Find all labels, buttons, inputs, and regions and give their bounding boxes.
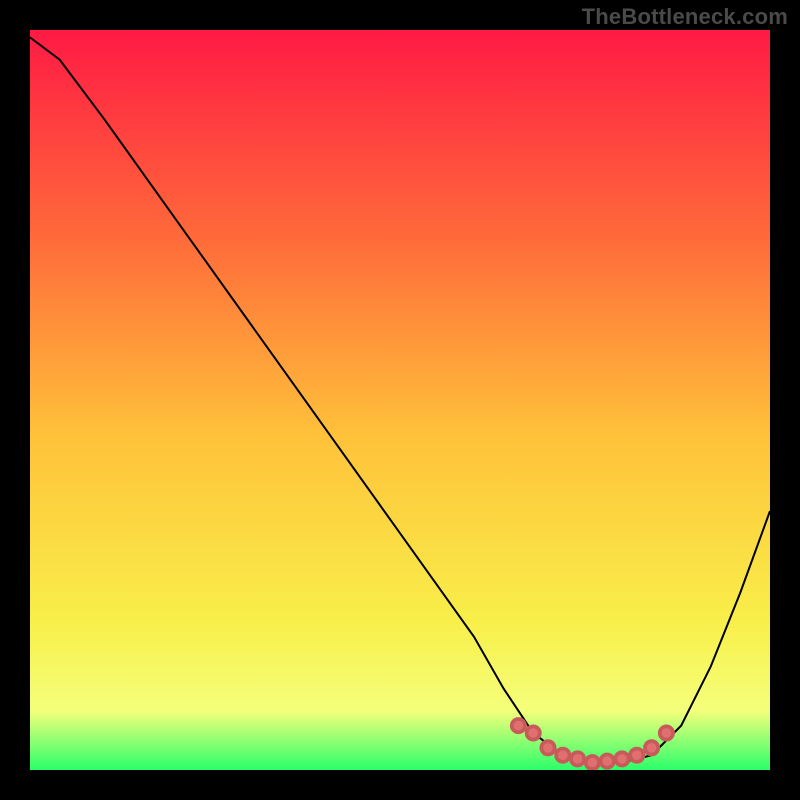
chart-plot — [30, 30, 770, 770]
minimum-dot — [512, 719, 525, 732]
minimum-dot — [586, 756, 599, 769]
minimum-dot — [660, 726, 673, 739]
minimum-dot — [615, 752, 628, 765]
minimum-dot — [527, 726, 540, 739]
gradient-background — [30, 30, 770, 770]
minimum-dot — [556, 749, 569, 762]
attribution-label: TheBottleneck.com — [582, 4, 788, 30]
minimum-dot — [630, 749, 643, 762]
minimum-dot — [571, 752, 584, 765]
chart-frame: TheBottleneck.com — [0, 0, 800, 800]
minimum-dot — [645, 741, 658, 754]
minimum-dot — [541, 741, 554, 754]
minimum-dot — [601, 754, 614, 767]
